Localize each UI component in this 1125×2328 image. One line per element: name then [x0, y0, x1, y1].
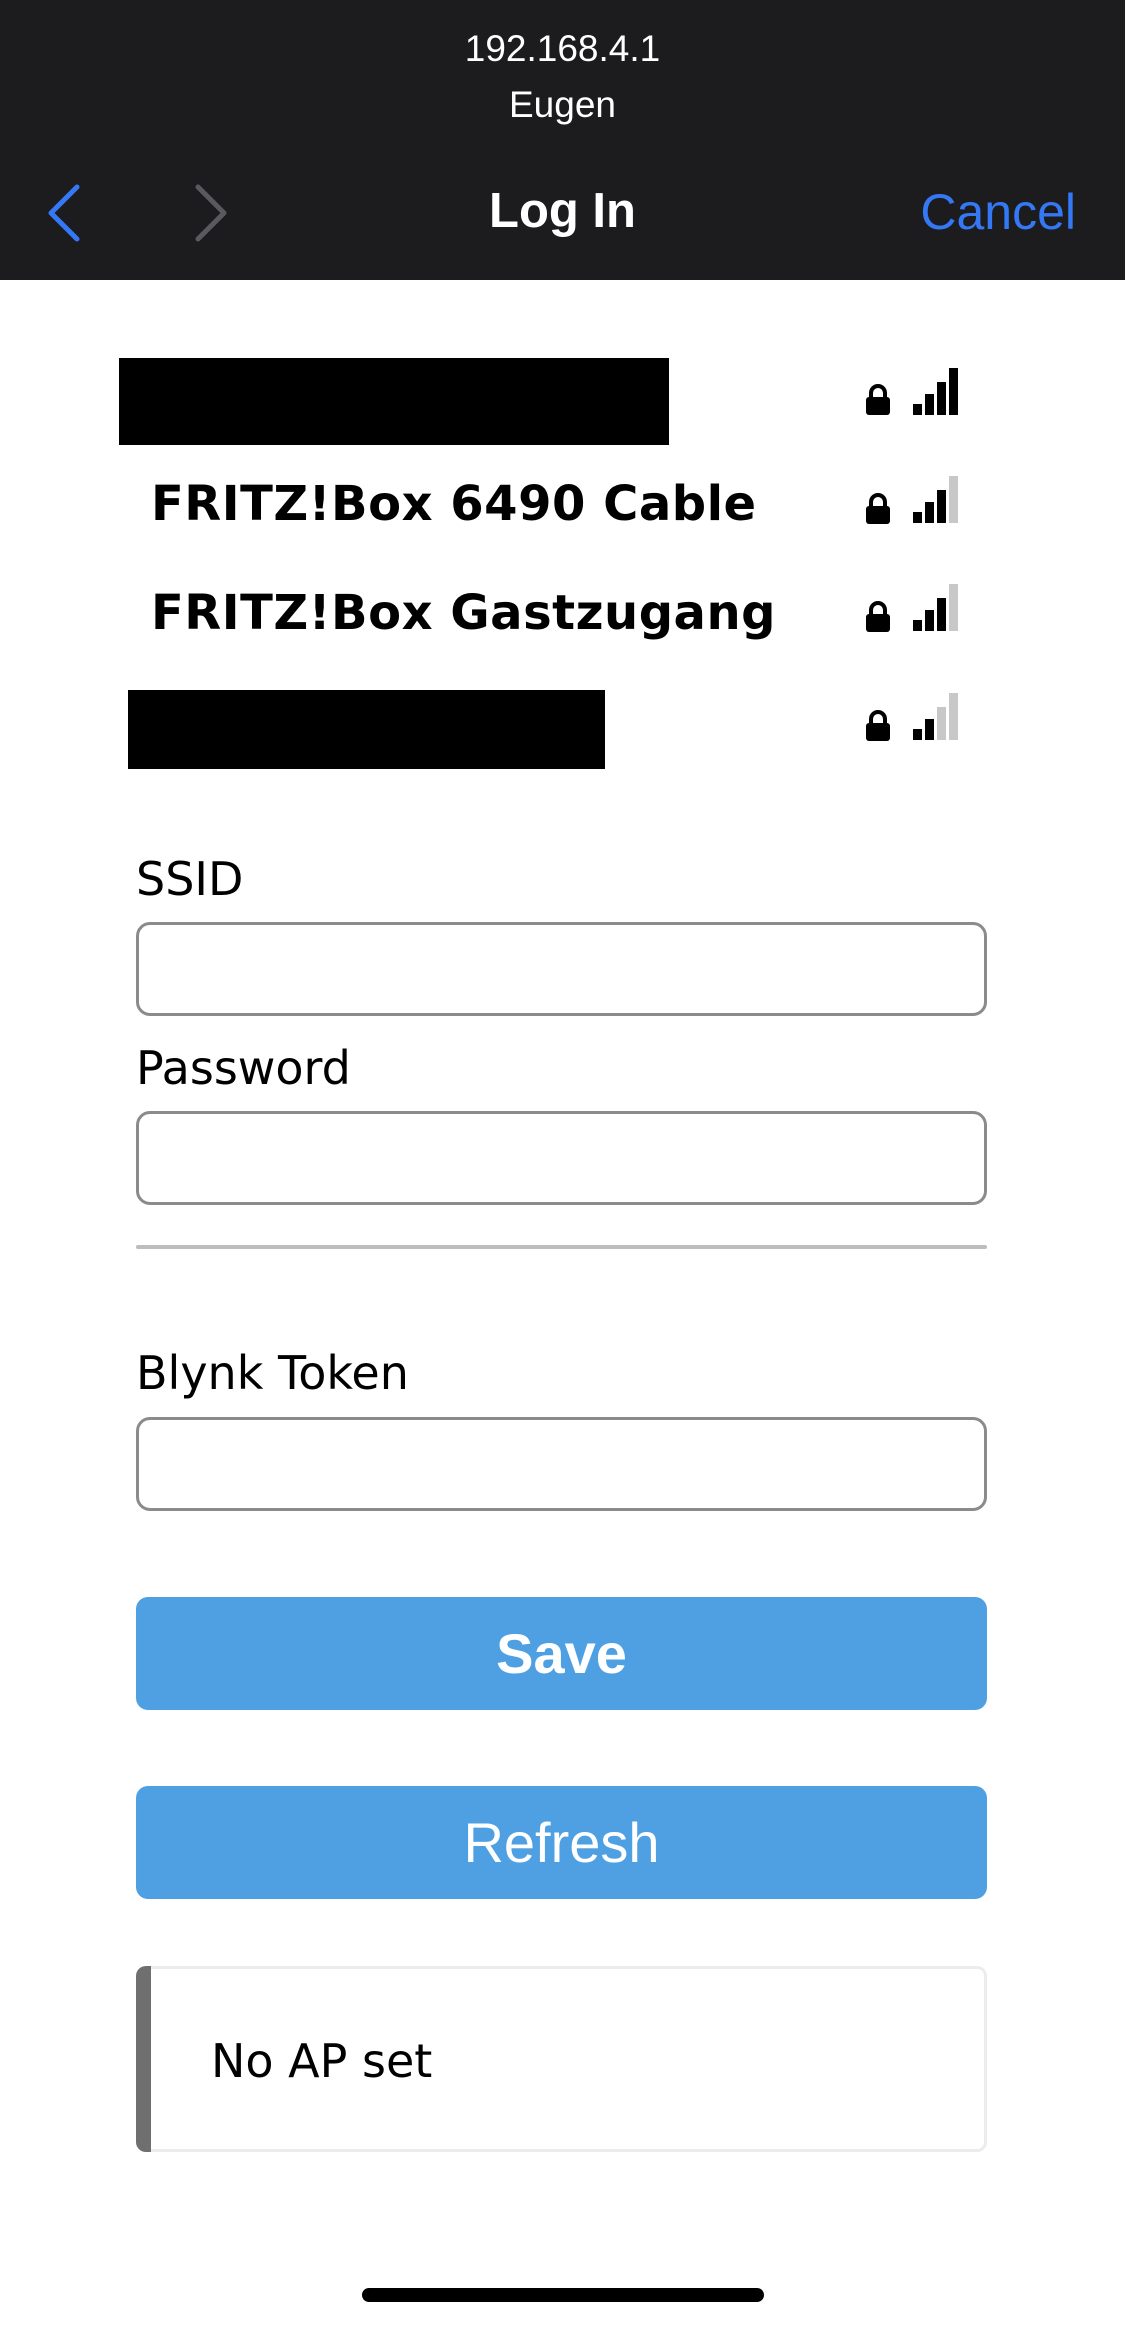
password-input[interactable] — [136, 1111, 987, 1205]
url-address: 192.168.4.1 — [464, 28, 661, 69]
lock-icon — [866, 384, 890, 415]
signal-strength-icon — [913, 584, 958, 631]
network-subtitle: Eugen — [509, 84, 616, 125]
lock-icon — [866, 493, 890, 524]
home-indicator — [362, 2288, 764, 2302]
password-label: Password — [136, 1041, 351, 1095]
network-item[interactable]: FRITZ!Box Gastzugang — [151, 585, 776, 641]
status-message: No AP set — [211, 2034, 433, 2088]
divider — [136, 1245, 987, 1249]
signal-strength-icon — [913, 476, 958, 523]
signal-strength-icon — [913, 368, 958, 415]
status-accent-bar — [136, 1966, 151, 2152]
blynk-token-input[interactable] — [136, 1417, 987, 1511]
ssid-label: SSID — [136, 852, 244, 906]
blynk-token-label: Blynk Token — [136, 1346, 409, 1400]
refresh-button[interactable]: Refresh — [136, 1786, 987, 1899]
lock-icon — [866, 710, 890, 741]
browser-header: 192.168.4.1 Eugen Log In Cancel — [0, 0, 1125, 280]
lock-icon — [866, 601, 890, 632]
redacted-network-name[interactable] — [119, 358, 669, 445]
network-item[interactable]: FRITZ!Box 6490 Cable — [151, 476, 757, 532]
ssid-input[interactable] — [136, 922, 987, 1016]
cancel-button[interactable]: Cancel — [920, 183, 1076, 241]
redacted-network-name[interactable] — [128, 690, 605, 769]
signal-strength-icon — [913, 693, 958, 740]
save-button[interactable]: Save — [136, 1597, 987, 1710]
